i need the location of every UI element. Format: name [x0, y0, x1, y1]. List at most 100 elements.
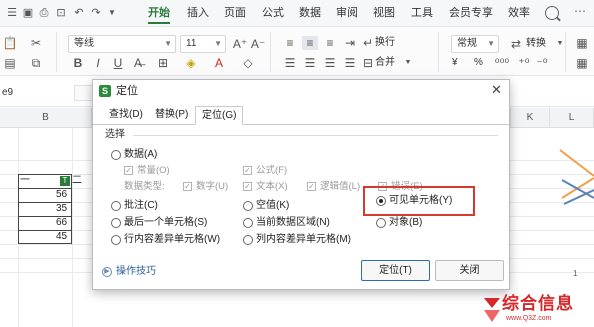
- radio-objects[interactable]: [376, 218, 386, 228]
- decrease-decimal-icon[interactable]: ⁻⁰: [534, 56, 550, 70]
- checkbox-text[interactable]: ✓: [243, 182, 252, 191]
- checkbox-formulas-label: 公式(F): [256, 165, 288, 176]
- underline-icon[interactable]: U: [110, 56, 126, 70]
- watermark-logo-icon: [484, 298, 500, 322]
- tab-data[interactable]: 数据: [299, 6, 321, 20]
- radio-last-cell[interactable]: [111, 218, 121, 228]
- tab-formula[interactable]: 公式: [262, 6, 284, 20]
- paste-icon[interactable]: 📋: [2, 36, 18, 50]
- tab-home[interactable]: 开始: [148, 6, 170, 20]
- table-cell[interactable]: 45: [56, 230, 67, 244]
- radio-row-diff-label: 行内容差异单元格(W): [124, 234, 221, 245]
- formula-input[interactable]: [74, 85, 94, 101]
- tab-insert[interactable]: 插入: [187, 6, 209, 20]
- table-header-cell[interactable]: 二: [72, 174, 82, 188]
- convert-icon[interactable]: ⇄: [508, 37, 524, 51]
- more-icon[interactable]: ⋯: [574, 4, 586, 18]
- radio-col-diff[interactable]: [243, 235, 253, 245]
- tab-efficiency[interactable]: 效率: [508, 6, 530, 20]
- redo-icon[interactable]: ↷: [90, 7, 102, 19]
- wrap-text-button[interactable]: 换行: [375, 36, 395, 50]
- print-icon[interactable]: ⎙: [38, 7, 50, 19]
- print-preview-icon[interactable]: ⊡: [55, 7, 67, 19]
- chart-fragment[interactable]: [512, 128, 594, 298]
- goto-button[interactable]: 定位(T): [361, 260, 430, 281]
- bold-icon[interactable]: B: [70, 56, 86, 70]
- tab-review[interactable]: 审阅: [336, 6, 358, 20]
- radio-data[interactable]: [111, 150, 121, 160]
- percent-button[interactable]: %: [474, 56, 483, 70]
- tab-view[interactable]: 视图: [373, 6, 395, 20]
- menu-icon[interactable]: ☰: [6, 7, 18, 19]
- currency-button[interactable]: ¥: [452, 56, 458, 70]
- name-box[interactable]: e9: [0, 85, 70, 101]
- align-top-icon[interactable]: ≡: [282, 36, 298, 50]
- table-header-cell[interactable]: 一: [20, 174, 30, 188]
- highlight-annotation: [363, 186, 475, 216]
- chevron-down-icon[interactable]: ▼: [400, 56, 416, 70]
- close-button[interactable]: 关闭: [435, 260, 504, 281]
- close-icon[interactable]: ✕: [491, 83, 502, 97]
- strikethrough-icon[interactable]: A̶: [130, 56, 146, 70]
- tab-page[interactable]: 页面: [224, 6, 246, 20]
- search-icon[interactable]: [545, 6, 559, 20]
- merge-button[interactable]: 合并: [375, 56, 395, 70]
- tab-member[interactable]: 会员专享: [449, 6, 493, 20]
- tab-find[interactable]: 查找(D): [103, 106, 149, 125]
- checkbox-logicals[interactable]: ✓: [307, 182, 316, 191]
- clipboard-icon[interactable]: ▤: [2, 56, 18, 70]
- align-left-icon[interactable]: ☰: [282, 56, 298, 70]
- rows-cols-icon[interactable]: ▦: [574, 36, 590, 50]
- tab-tools[interactable]: 工具: [411, 6, 433, 20]
- indent-icon[interactable]: ⇥: [342, 36, 358, 50]
- column-header-l[interactable]: L: [550, 108, 594, 128]
- font-size-select[interactable]: 11 ▼: [180, 35, 226, 53]
- radio-data-label: 数据(A): [124, 149, 158, 160]
- undo-icon[interactable]: ↶: [73, 7, 85, 19]
- align-center-icon[interactable]: ☰: [302, 56, 318, 70]
- align-right-icon[interactable]: ☰: [322, 56, 338, 70]
- distribute-icon[interactable]: ☰: [342, 56, 358, 70]
- chevron-down-icon[interactable]: ▼: [106, 7, 118, 19]
- filter-icon[interactable]: T: [60, 176, 70, 186]
- column-header-b[interactable]: B: [0, 108, 92, 128]
- fill-color-icon[interactable]: ◈: [183, 56, 199, 70]
- fill-icon[interactable]: ▦: [574, 56, 590, 70]
- font-shrink-icon[interactable]: A⁻: [250, 37, 266, 51]
- clear-format-icon[interactable]: ◇: [240, 56, 256, 70]
- column-header-k[interactable]: K: [510, 108, 550, 128]
- italic-icon[interactable]: I: [90, 56, 106, 70]
- font-grow-icon[interactable]: A⁺: [232, 37, 248, 51]
- cut-icon[interactable]: ✂: [28, 36, 44, 50]
- table-cell[interactable]: 56: [56, 188, 67, 202]
- tips-link[interactable]: 操作技巧: [116, 266, 156, 278]
- checkbox-formulas[interactable]: ✓: [243, 166, 252, 175]
- font-color-icon[interactable]: A: [211, 56, 227, 70]
- format-painter-icon[interactable]: ⧉: [28, 56, 44, 70]
- font-name-select[interactable]: 等线 ▼: [68, 35, 176, 53]
- tab-replace[interactable]: 替换(P): [149, 106, 194, 125]
- dialog-titlebar[interactable]: S 定位 ✕: [93, 80, 509, 102]
- play-icon[interactable]: ▶: [102, 267, 112, 277]
- wrap-text-icon[interactable]: ↵: [360, 36, 376, 50]
- number-format-select[interactable]: 常规 ▼: [451, 35, 499, 53]
- checkbox-numbers[interactable]: ✓: [183, 182, 192, 191]
- radio-row-diff[interactable]: [111, 235, 121, 245]
- checkbox-constants[interactable]: ✓: [124, 166, 133, 175]
- radio-blanks[interactable]: [243, 201, 253, 211]
- align-bottom-icon[interactable]: ≡: [322, 36, 338, 50]
- radio-current-region[interactable]: [243, 218, 253, 228]
- convert-button[interactable]: 转换: [526, 37, 546, 51]
- increase-decimal-icon[interactable]: ⁺⁰: [516, 56, 532, 70]
- table-cell[interactable]: 35: [56, 202, 67, 216]
- thousands-icon[interactable]: ⁰⁰⁰: [494, 56, 510, 70]
- radio-comments[interactable]: [111, 201, 121, 211]
- border-icon[interactable]: ⊞: [155, 56, 171, 70]
- checkbox-text-label: 文本(X): [256, 181, 288, 192]
- table-cell[interactable]: 66: [56, 216, 67, 230]
- merge-icon[interactable]: ⊟: [360, 56, 376, 70]
- group-divider: [133, 135, 498, 136]
- tab-goto[interactable]: 定位(G): [195, 106, 244, 125]
- save-icon[interactable]: ▣: [22, 7, 34, 19]
- align-middle-icon[interactable]: ≡: [302, 36, 318, 50]
